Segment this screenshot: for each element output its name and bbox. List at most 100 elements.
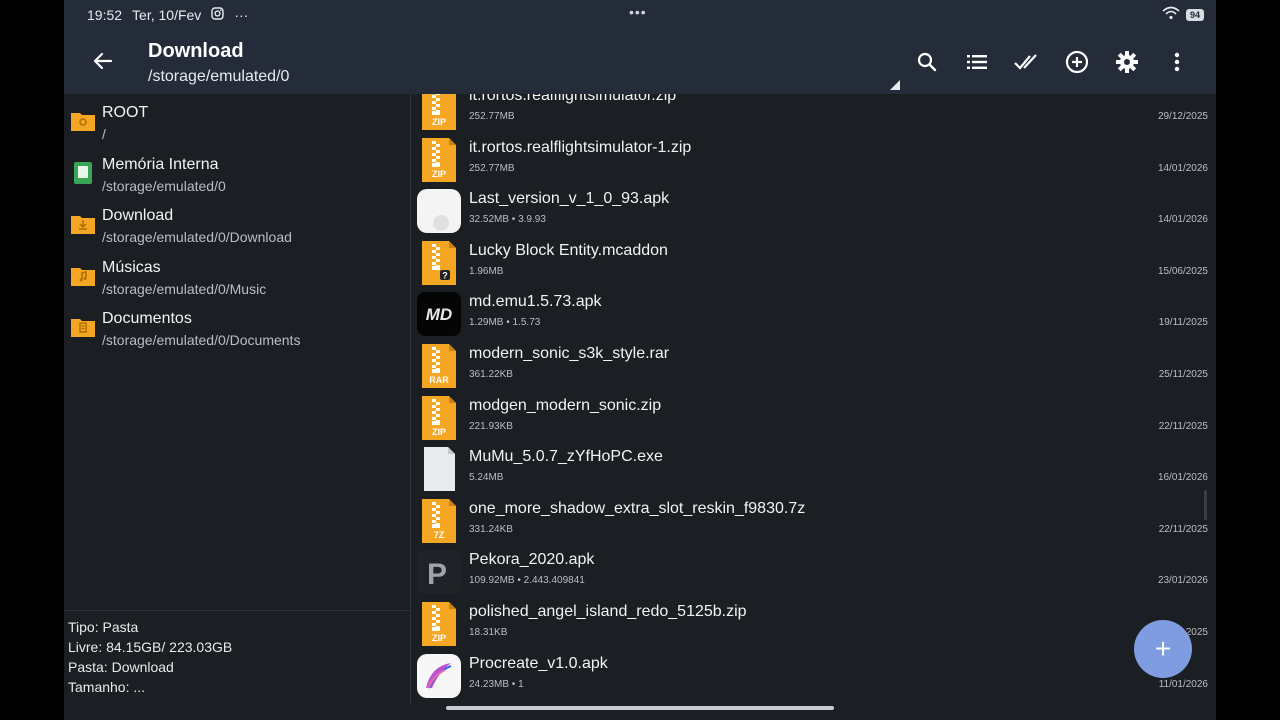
file-row[interactable]: MD md.emu1.5.73.apk 1.29MB • 1.5.73 19/11/2… [411,289,1216,341]
file-type-label: RAR [429,375,449,385]
file-meta: 361.22KB [469,369,513,380]
file-meta: 1.96MB [469,265,504,277]
file-date: 22/11/2025 [1158,523,1208,535]
status-bar: 19:52 Ter, 10/Fev ··· ••• 94 [64,0,1216,30]
bookmark-item[interactable]: ROOT / [64,98,410,150]
info-size: Tamanho: ... [68,679,146,695]
documents-folder-icon [70,314,96,345]
file-row[interactable]: Last_version_v_1_0_93.apk 32.52MB • 3.9.9… [411,186,1216,238]
file-name: Procreate_v1.0.apk [469,654,608,672]
arrow-back-icon [93,52,113,70]
add-button[interactable] [1052,46,1102,78]
back-button[interactable] [90,48,116,74]
apk-app-icon: MD [417,292,461,337]
file-row[interactable]: Procreate_v1.0.apk 24.23MB • 1 11/01/2026 [411,651,1216,703]
bookmarks-pane: ROOT / Memória Interna/storage/emulated/0 D… [64,94,411,704]
window-handle-dots[interactable]: ••• [629,4,647,20]
download-folder-icon [70,211,96,242]
folder-info-panel: Tipo: Pasta Livre: 84.15GB/ 223.03GB Pas… [64,610,410,705]
file-name: it.rortos.realflightsimulator-1.zip [469,138,692,156]
home-gesture-handle[interactable] [446,706,834,710]
music-folder-icon [70,263,96,294]
instagram-icon [211,7,225,23]
bookmark-item[interactable]: Download/storage/emulated/0/Download [64,201,410,253]
file-list[interactable]: ZIP it.rortos.realflightsimulator.zip 252.… [411,94,1216,704]
archive-file-icon: ZIP [417,137,461,182]
select-all-icon [1014,54,1037,70]
search-button[interactable] [902,46,952,78]
file-meta: 18.31KB [469,627,508,638]
file-row[interactable]: ZIP it.rortos.realflightsimulator.zip 252.… [411,94,1216,135]
file-date: 15/06/2025 [1157,265,1208,277]
bookmark-item[interactable]: Documentos/storage/emulated/0/Documents [64,304,410,356]
file-date: 23/01/2026 [1157,575,1208,587]
select-all-button[interactable] [1002,46,1052,78]
file-type-label: ZIP [432,633,446,643]
bookmark-item[interactable]: Memória Interna/storage/emulated/0 [64,150,410,202]
file-row[interactable]: MuMu_5.0.7_zYfHoPC.exe 5.24MB 16/01/2026 [411,444,1216,496]
file-meta: 1.29MB • 1.5.73 [469,317,541,329]
file-type-label: ZIP [432,117,446,127]
file-row[interactable]: ZIP modgen_modern_sonic.zip 221.93KB 22/11/… [411,393,1216,445]
gear-icon [1116,51,1138,73]
archive-file-icon: ZIP [417,602,461,646]
info-folder: Pasta: Download [68,659,174,675]
archive-file-icon: ZIP [417,395,461,440]
file-meta: 252.77MB [469,162,515,174]
bookmark-name: Documentos [102,310,192,328]
add-circle-icon [1065,50,1089,74]
scrollbar-thumb[interactable] [1204,490,1207,520]
file-date: 19/11/2025 [1158,317,1208,329]
info-free-space: Livre: 84.15GB/ 223.03GB [68,639,233,655]
apk-app-icon [417,653,461,698]
file-date: 14/01/2026 [1157,162,1208,174]
path-dropdown-indicator[interactable] [890,80,900,90]
app-bar: Download /storage/emulated/0 [64,30,1216,94]
file-row[interactable]: RAR modern_sonic_s3k_style.rar 361.22KB 25/… [411,341,1216,393]
file-row[interactable]: ? Lucky Block Entity.mcaddon 1.96MB 15/06/2… [411,238,1216,290]
file-type-label: 7Z [434,530,445,540]
file-date: 16/01/2026 [1157,472,1208,484]
page-title: Download [148,40,244,62]
file-meta: 252.77MB [469,111,515,122]
file-meta: 24.23MB • 1 [469,678,524,690]
bookmark-path: /storage/emulated/0/Download [102,229,292,246]
file-type-label: ZIP [432,169,446,179]
current-path[interactable]: /storage/emulated/0 [148,68,289,86]
archive-file-icon: ZIP [417,94,461,130]
file-meta: 5.24MB [469,472,504,484]
fab-add-button[interactable]: + [1134,620,1192,678]
battery-icon: 94 [1185,8,1204,21]
root-folder-icon [70,108,96,139]
file-meta: 221.93KB [469,420,513,432]
file-name: modgen_modern_sonic.zip [469,396,662,414]
file-name: md.emu1.5.73.apk [469,293,602,311]
file-date: 22/11/2025 [1158,420,1208,432]
file-name: modern_sonic_s3k_style.rar [469,345,670,362]
file-row[interactable]: ZIP it.rortos.realflightsimulator-1.zip 25… [411,135,1216,187]
more-vert-icon [1174,52,1180,72]
sd-card-icon [70,160,96,191]
file-type-label: ZIP [432,427,446,437]
info-type: Tipo: Pasta [68,619,139,635]
file-name: it.rortos.realflightsimulator.zip [469,94,677,104]
view-mode-button[interactable] [952,46,1002,78]
file-name: MuMu_5.0.7_zYfHoPC.exe [469,448,663,466]
file-icon [417,447,461,492]
search-icon [917,52,937,72]
file-meta: 109.92MB • 2.443.409841 [469,575,585,587]
file-date: 29/12/2025 [1157,111,1208,122]
bookmark-name: ROOT [102,104,149,121]
file-row[interactable]: P Pekora_2020.apk 109.92MB • 2.443.409841 2… [411,547,1216,599]
more-options-button[interactable] [1152,46,1202,78]
file-meta: 32.52MB • 3.9.93 [469,214,546,226]
file-name: one_more_shadow_extra_slot_reskin_f9830.… [469,499,806,517]
settings-button[interactable] [1102,46,1152,78]
bookmark-item[interactable]: Músicas/storage/emulated/0/Music [64,253,410,305]
bookmark-name: Músicas [102,258,161,276]
archive-file-icon: RAR [417,344,461,388]
bookmark-path: /storage/emulated/0 [102,177,226,194]
file-row[interactable]: 7Z one_more_shadow_extra_slot_reskin_f983… [411,496,1216,548]
bookmark-name: Memória Interna [102,155,219,173]
file-row[interactable]: ZIP polished_angel_island_redo_5125b.zip 1… [411,599,1216,651]
